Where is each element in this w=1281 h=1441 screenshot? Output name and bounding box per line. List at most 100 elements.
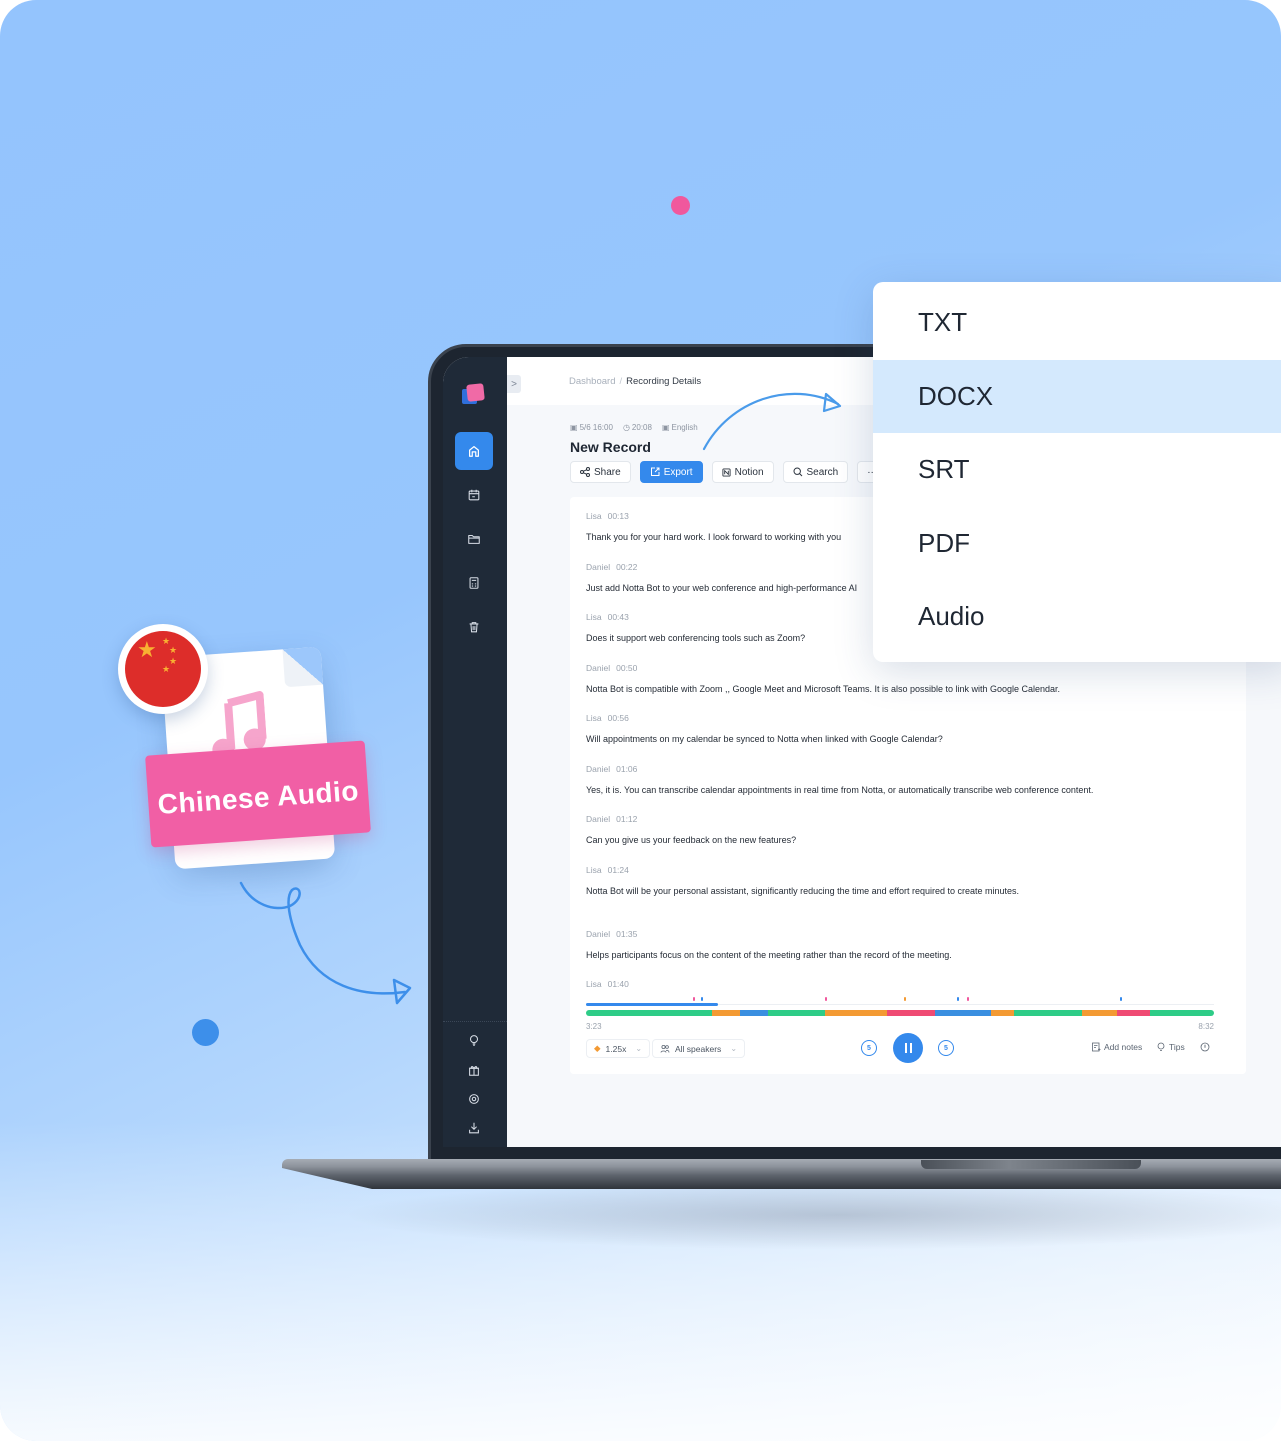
speakers-icon <box>660 1044 670 1053</box>
timestamp[interactable]: 00:43 <box>608 612 629 622</box>
speaker-line: Daniel 01:06 <box>586 764 1236 774</box>
breadcrumb: Dashboard / Recording Details <box>569 376 701 387</box>
transcript-entry[interactable]: Daniel 01:12 Can you give us your feedback… <box>586 814 1236 847</box>
speaker-name[interactable]: Lisa <box>586 511 602 521</box>
speaker-timeline[interactable] <box>586 1010 1214 1016</box>
flag-small-star-icon: ★ <box>169 656 178 666</box>
breadcrumb-current: Recording Details <box>626 376 702 387</box>
speaker-name[interactable]: Lisa <box>586 612 602 622</box>
lightbulb-icon <box>1157 1042 1165 1051</box>
timestamp[interactable]: 01:12 <box>616 814 637 824</box>
sidebar-item-folder[interactable] <box>455 520 493 558</box>
promo-background: Chinese Audio ★ ★ ★ ★ ★ Dashboard / Reco… <box>0 0 1281 1441</box>
transcript-entry[interactable]: Daniel 01:06 Yes, it is. You can transcrib… <box>586 764 1236 797</box>
timeline-segment <box>586 1010 712 1016</box>
calendar-small-icon: ▣ <box>570 423 578 432</box>
tips-button[interactable]: Tips <box>1156 1042 1185 1052</box>
export-option-srt[interactable]: SRT <box>873 433 1281 506</box>
timestamp[interactable]: 01:06 <box>616 764 637 774</box>
share-button[interactable]: Share <box>570 461 631 483</box>
speaker-name[interactable]: Lisa <box>586 979 602 989</box>
sidebar-item-documents[interactable] <box>455 564 493 602</box>
app-logo[interactable] <box>462 383 488 406</box>
transcript-entry[interactable]: Lisa 01:40 <box>586 979 1236 989</box>
speaker-line: Daniel 01:35 <box>586 929 1236 939</box>
notion-button[interactable]: Notion <box>711 461 774 483</box>
sidebar-item-calendar[interactable] <box>455 476 493 514</box>
timestamp[interactable]: 01:24 <box>608 865 629 875</box>
lightbulb-icon <box>469 1035 479 1046</box>
speaker-name[interactable]: Daniel <box>586 764 610 774</box>
speaker-line: Daniel 00:50 <box>586 663 1236 673</box>
sidebar-item-download[interactable] <box>455 1109 493 1147</box>
transcript-entry[interactable]: Lisa 00:56 Will appointments on my calenda… <box>586 713 1236 746</box>
transcript-entry[interactable]: Daniel 00:50 Notta Bot is compatible with … <box>586 663 1236 696</box>
timeline-marker[interactable] <box>903 997 906 1001</box>
breadcrumb-dashboard[interactable]: Dashboard <box>569 376 615 387</box>
skip-forward-button[interactable]: 5 <box>938 1040 954 1056</box>
timeline-marker[interactable] <box>824 997 827 1001</box>
sidebar <box>443 357 507 1147</box>
search-button[interactable]: Search <box>782 461 849 483</box>
speaker-line: Lisa 01:24 <box>586 865 1236 875</box>
sidebar-item-home[interactable] <box>455 432 493 470</box>
decorative-dot-blue <box>192 1019 219 1046</box>
trash-icon <box>469 622 479 633</box>
timestamp[interactable]: 00:22 <box>616 562 637 572</box>
timestamp[interactable]: 01:35 <box>616 929 637 939</box>
timestamp[interactable]: 00:13 <box>608 511 629 521</box>
notion-icon <box>722 467 731 477</box>
export-option-pdf[interactable]: PDF <box>873 507 1281 580</box>
export-option-audio[interactable]: Audio <box>873 580 1281 653</box>
language-icon: ▣ <box>661 423 670 432</box>
speaker-name[interactable]: Daniel <box>586 814 610 824</box>
search-icon <box>792 467 802 477</box>
speaker-name[interactable]: Daniel <box>586 929 610 939</box>
timeline-marker[interactable] <box>967 997 970 1001</box>
timeline-marker[interactable] <box>700 997 703 1001</box>
laptop-notch <box>921 1160 1141 1169</box>
transcript-text[interactable]: Yes, it is. You can transcribe calendar … <box>586 783 1236 797</box>
transcript-text[interactable]: Notta Bot will be your personal assistan… <box>586 884 1026 898</box>
timeline-segment <box>768 1010 825 1016</box>
current-time: 3:23 <box>586 1022 602 1031</box>
pause-button[interactable] <box>893 1033 923 1063</box>
timeline-marker[interactable] <box>693 997 696 1001</box>
chevron-down-icon: ⌄ <box>730 1044 738 1053</box>
record-title[interactable]: New Record <box>570 439 651 455</box>
speakers-filter-select[interactable]: All speakers ⌄ <box>652 1039 746 1058</box>
export-option-txt[interactable]: TXT <box>873 286 1281 359</box>
speaker-name[interactable]: Daniel <box>586 562 610 572</box>
add-notes-button[interactable]: Add notes <box>1091 1042 1142 1052</box>
speaker-name[interactable]: Lisa <box>586 713 602 723</box>
clock-icon: ◷ <box>622 423 630 432</box>
timeline-segment <box>1014 1010 1083 1016</box>
share-icon <box>580 467 590 477</box>
add-notes-icon <box>1092 1042 1101 1052</box>
export-button[interactable]: Export <box>639 461 703 483</box>
timeline-marker[interactable] <box>1119 997 1122 1001</box>
timestamp[interactable]: 00:50 <box>616 663 637 673</box>
sidebar-item-trash[interactable] <box>455 608 493 646</box>
transcript-text[interactable]: Can you give us your feedback on the new… <box>586 833 1236 847</box>
sidebar-collapse-toggle[interactable]: > <box>507 375 521 393</box>
timestamp[interactable]: 01:40 <box>608 979 629 989</box>
transcript-text[interactable]: Helps participants focus on the content … <box>586 948 1236 962</box>
gear-icon <box>469 1094 479 1104</box>
speaker-name[interactable]: Lisa <box>586 865 602 875</box>
skip-back-button[interactable]: 5 <box>861 1040 877 1056</box>
speaker-name[interactable]: Daniel <box>586 663 610 673</box>
timestamp[interactable]: 00:56 <box>608 713 629 723</box>
timeline-segment <box>739 1010 769 1016</box>
export-option-docx[interactable]: DOCX <box>873 359 1281 433</box>
transcript-text[interactable]: Will appointments on my calendar be sync… <box>586 732 1236 746</box>
timeline-marker[interactable] <box>956 997 959 1001</box>
flag-small-star-icon: ★ <box>162 664 171 674</box>
info-button[interactable] <box>1200 1042 1210 1052</box>
laptop-shadow <box>340 1180 1281 1250</box>
playback-speed-select[interactable]: ◆ 1.25x ⌄ <box>586 1039 651 1058</box>
transcript-entry[interactable]: Lisa 01:24 Notta Bot will be your personal… <box>586 865 1236 898</box>
pause-icon <box>904 1043 907 1053</box>
transcript-text[interactable]: Notta Bot is compatible with Zoom ,, Goo… <box>586 682 1236 696</box>
transcript-entry[interactable]: Daniel 01:35 Helps participants focus on t… <box>586 929 1236 962</box>
